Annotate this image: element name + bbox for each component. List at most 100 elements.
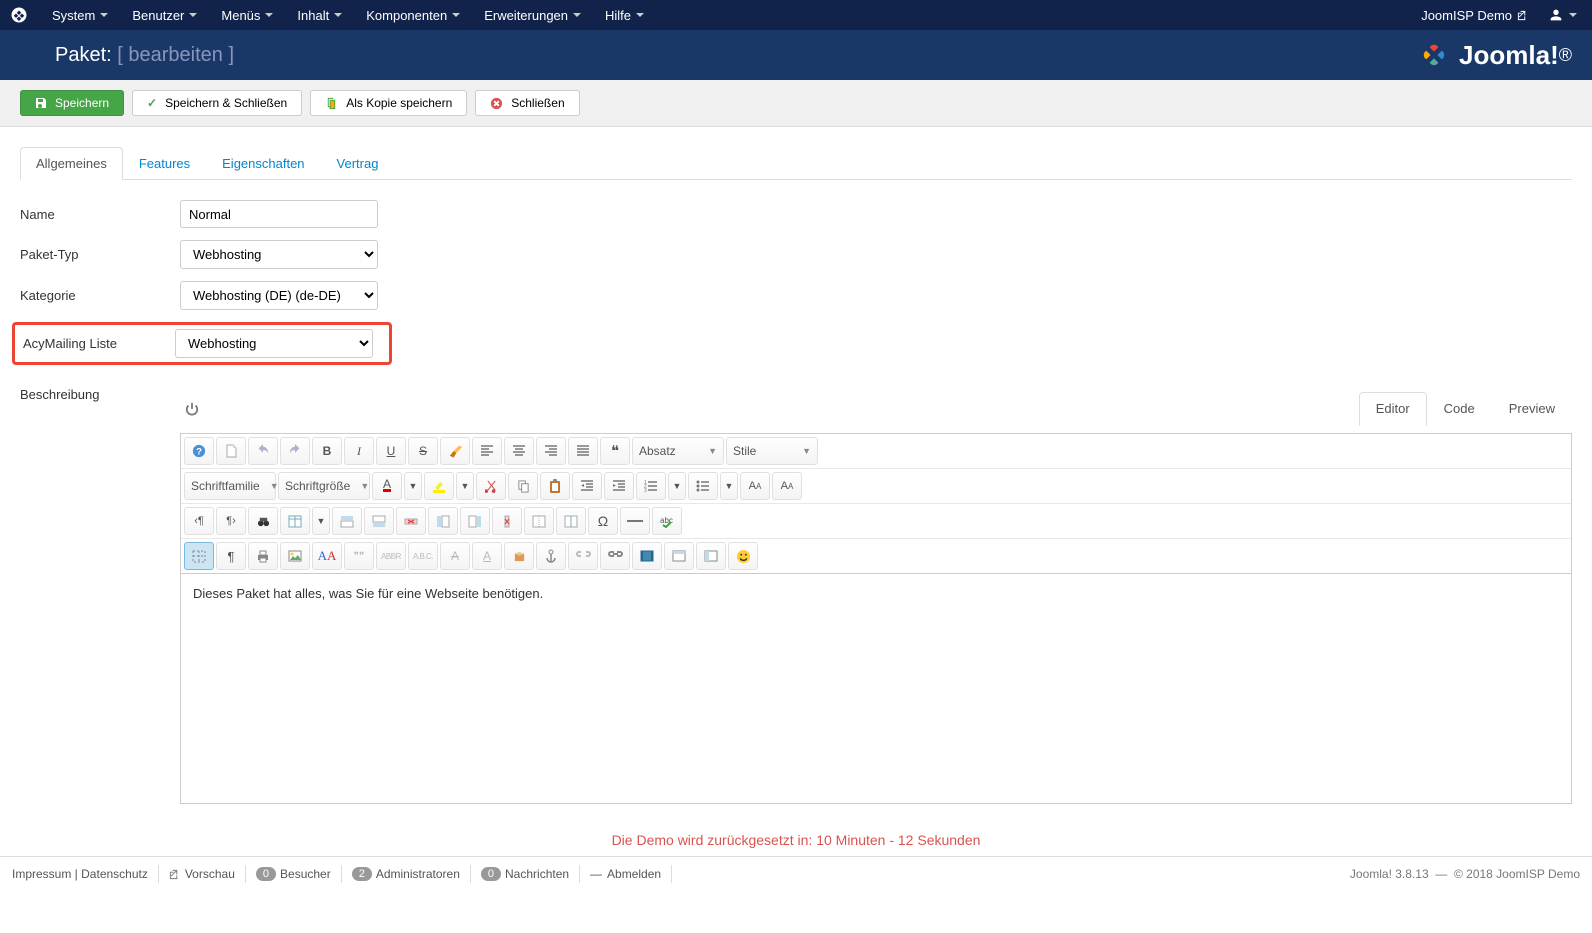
- image-button[interactable]: [280, 542, 310, 570]
- quote-button[interactable]: ❞❞: [344, 542, 374, 570]
- fontsize-select[interactable]: Schriftgröße▼: [278, 472, 370, 500]
- type-select[interactable]: Webhosting: [180, 240, 378, 269]
- menu-extensions[interactable]: Erweiterungen: [472, 0, 593, 30]
- save-copy-button[interactable]: Als Kopie speichern: [310, 90, 467, 116]
- anchor-button[interactable]: [536, 542, 566, 570]
- row-delete-button[interactable]: [396, 507, 426, 535]
- tab-features[interactable]: Features: [123, 147, 206, 180]
- admins-link[interactable]: 2Administratoren: [342, 865, 471, 883]
- joomla-icon[interactable]: [10, 6, 28, 24]
- editor-tab-editor[interactable]: Editor: [1359, 392, 1427, 426]
- close-button[interactable]: Schließen: [475, 90, 579, 116]
- styles-select[interactable]: Stile▼: [726, 437, 818, 465]
- superscript-button[interactable]: AA: [772, 472, 802, 500]
- unlink-button[interactable]: [568, 542, 598, 570]
- ins-button[interactable]: A: [472, 542, 502, 570]
- textcolor-button[interactable]: A: [372, 472, 402, 500]
- ul-more-button[interactable]: ▼: [720, 472, 738, 500]
- underline-button[interactable]: U: [376, 437, 406, 465]
- menu-menus[interactable]: Menüs: [209, 0, 285, 30]
- logout-link[interactable]: —Abmelden: [580, 865, 672, 883]
- unordered-list-button[interactable]: [688, 472, 718, 500]
- strikethrough-button[interactable]: S: [408, 437, 438, 465]
- ltr-button[interactable]: ‹¶: [184, 507, 214, 535]
- find-button[interactable]: [248, 507, 278, 535]
- rtl-button[interactable]: ¶›: [216, 507, 246, 535]
- col-before-button[interactable]: [428, 507, 458, 535]
- spellcheck-button[interactable]: abc: [652, 507, 682, 535]
- save-close-button[interactable]: ✓ Speichern & Schließen: [132, 90, 302, 116]
- abbr-button[interactable]: ABBR: [376, 542, 406, 570]
- newdoc-button[interactable]: [216, 437, 246, 465]
- acronym-button[interactable]: A.B.C.: [408, 542, 438, 570]
- menu-system[interactable]: System: [40, 0, 120, 30]
- specialchar-button[interactable]: Ω: [588, 507, 618, 535]
- outdent-button[interactable]: [572, 472, 602, 500]
- align-justify-button[interactable]: [568, 437, 598, 465]
- subscript-button[interactable]: AA: [740, 472, 770, 500]
- styleprops-button[interactable]: AA: [312, 542, 342, 570]
- textcolor-more-button[interactable]: ▼: [404, 472, 422, 500]
- editor-content[interactable]: Dieses Paket hat alles, was Sie für eine…: [180, 574, 1572, 804]
- paragraph-select[interactable]: Absatz▼: [632, 437, 724, 465]
- indent-button[interactable]: [604, 472, 634, 500]
- help-button[interactable]: ?: [184, 437, 214, 465]
- messages-link[interactable]: 0Nachrichten: [471, 865, 580, 883]
- pilcrow-button[interactable]: ¶: [216, 542, 246, 570]
- split-cells-button[interactable]: [556, 507, 586, 535]
- menu-users[interactable]: Benutzer: [120, 0, 209, 30]
- col-delete-button[interactable]: [492, 507, 522, 535]
- cut-button[interactable]: [476, 472, 506, 500]
- hr-button[interactable]: [620, 507, 650, 535]
- row-after-button[interactable]: [364, 507, 394, 535]
- table-button[interactable]: [280, 507, 310, 535]
- redo-button[interactable]: [280, 437, 310, 465]
- print-button[interactable]: [248, 542, 278, 570]
- editor-toggle-button[interactable]: [180, 397, 204, 421]
- col-after-button[interactable]: [460, 507, 490, 535]
- italic-button[interactable]: I: [344, 437, 374, 465]
- highlight-button[interactable]: [424, 472, 454, 500]
- highlight-more-button[interactable]: ▼: [456, 472, 474, 500]
- visitors-link[interactable]: 0Besucher: [246, 865, 342, 883]
- category-select[interactable]: Webhosting (DE) (de-DE): [180, 281, 378, 310]
- menu-components[interactable]: Komponenten: [354, 0, 472, 30]
- datenschutz-link[interactable]: Datenschutz: [81, 867, 148, 881]
- preview-link[interactable]: Vorschau: [159, 865, 246, 883]
- save-button[interactable]: Speichern: [20, 90, 124, 116]
- editor-tab-code[interactable]: Code: [1427, 392, 1492, 425]
- show-blocks-button[interactable]: [184, 542, 214, 570]
- tab-general[interactable]: Allgemeines: [20, 147, 123, 180]
- site-link[interactable]: JoomISP Demo: [1421, 8, 1528, 23]
- name-input[interactable]: [180, 200, 378, 228]
- align-center-button[interactable]: [504, 437, 534, 465]
- del-button[interactable]: A: [440, 542, 470, 570]
- date-button[interactable]: [504, 542, 534, 570]
- pagebreak-button[interactable]: [696, 542, 726, 570]
- bold-button[interactable]: B: [312, 437, 342, 465]
- align-left-button[interactable]: [472, 437, 502, 465]
- editor-tab-preview[interactable]: Preview: [1492, 392, 1572, 425]
- ordered-list-button[interactable]: 123: [636, 472, 666, 500]
- emoji-button[interactable]: [728, 542, 758, 570]
- link-button[interactable]: [600, 542, 630, 570]
- clean-button[interactable]: [440, 437, 470, 465]
- blockquote-button[interactable]: ❝: [600, 437, 630, 465]
- table-more-button[interactable]: ▼: [312, 507, 330, 535]
- tab-contract[interactable]: Vertrag: [321, 147, 395, 180]
- acymailing-select[interactable]: Webhosting: [175, 329, 373, 358]
- user-menu[interactable]: [1543, 0, 1582, 30]
- row-before-button[interactable]: [332, 507, 362, 535]
- copy-button[interactable]: [508, 472, 538, 500]
- undo-button[interactable]: [248, 437, 278, 465]
- align-right-button[interactable]: [536, 437, 566, 465]
- menu-content[interactable]: Inhalt: [285, 0, 354, 30]
- fontfamily-select[interactable]: Schriftfamilie▼: [184, 472, 276, 500]
- media-button[interactable]: [632, 542, 662, 570]
- ol-more-button[interactable]: ▼: [668, 472, 686, 500]
- impressum-link[interactable]: Impressum: [12, 867, 71, 881]
- tab-properties[interactable]: Eigenschaften: [206, 147, 320, 180]
- menu-help[interactable]: Hilfe: [593, 0, 656, 30]
- template-button[interactable]: [664, 542, 694, 570]
- paste-button[interactable]: [540, 472, 570, 500]
